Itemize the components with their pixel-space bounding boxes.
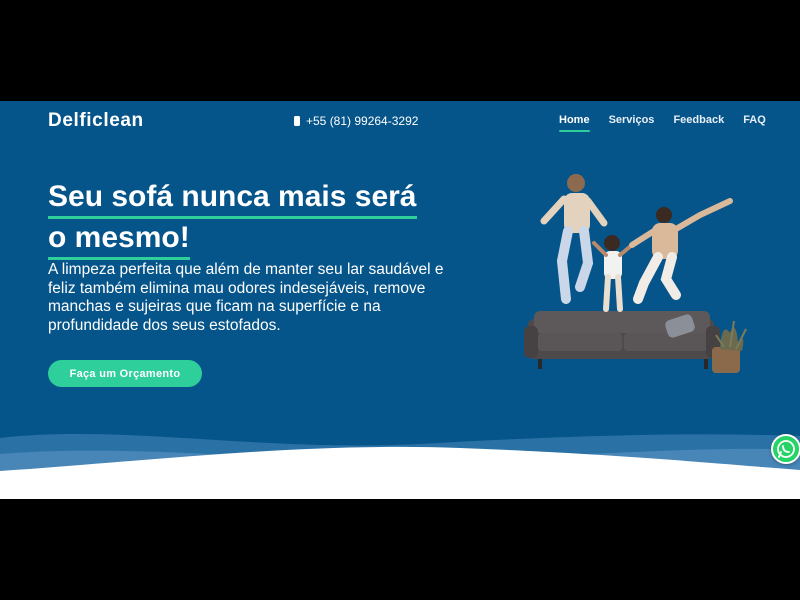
quote-button[interactable]: Faça um Orçamento [48,360,202,387]
brand-logo[interactable]: Delficlean [48,110,144,132]
phone-icon [294,116,300,126]
hero-wave-divider [0,434,800,471]
nav-home[interactable]: Home [559,114,590,132]
hero-description: A limpeza perfeita que além de manter se… [48,261,444,334]
headline-line-2: o mesmo! [48,219,190,260]
page-viewport: Delficlean +55 (81) 99264-3292 Home Serv… [0,101,800,499]
whatsapp-button[interactable] [771,434,800,464]
whatsapp-icon [777,440,795,458]
family-on-sofa-image [524,174,747,373]
hero-section: Delficlean +55 (81) 99264-3292 Home Serv… [0,101,800,471]
headline-line-1: Seu sofá nunca mais será [48,178,417,219]
nav-feedback[interactable]: Feedback [673,114,724,132]
phone-number: +55 (81) 99264-3292 [306,114,419,128]
nav-faq[interactable]: FAQ [743,114,766,132]
nav-servicos[interactable]: Serviços [609,114,655,132]
phone-contact[interactable]: +55 (81) 99264-3292 [294,114,418,128]
hero-headline: Seu sofá nunca mais será o mesmo! [48,178,468,260]
main-nav: Home Serviços Feedback FAQ [559,114,766,132]
